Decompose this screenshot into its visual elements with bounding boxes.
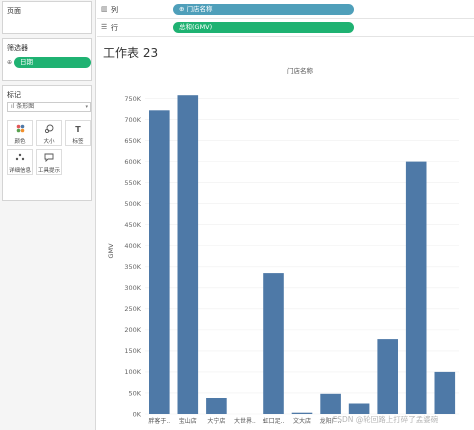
y-tick-label: 500K	[124, 200, 141, 208]
x-tick-label: 虹口足..	[263, 417, 285, 425]
rows-icon: ☰	[101, 23, 108, 31]
y-tick-label: 550K	[124, 179, 141, 187]
detail-icon	[8, 153, 32, 164]
columns-pill-store[interactable]: ⊕ 门店名称	[173, 4, 354, 15]
sheet-title: 工作表 23	[103, 46, 159, 60]
x-tick-label: 胖客于..	[148, 417, 170, 425]
mark-type-dropdown[interactable]: ıl 条形图 ▾	[7, 102, 91, 112]
tooltip-button-label: 工具提示	[37, 168, 60, 174]
left-panel: 页面 筛选器 ⊕ 日期 标记 ıl 条形图 ▾ 颜色 大小 T 标签 详细信息 …	[0, 0, 96, 430]
rows-label: 行	[111, 24, 118, 32]
y-tick-label: 750K	[124, 95, 141, 103]
tooltip-icon	[37, 153, 61, 164]
bars	[149, 95, 456, 415]
color-button-label: 颜色	[14, 139, 26, 145]
y-tick-label: 100K	[124, 368, 141, 376]
watermark: CSDN @轮回路上打碎了孟婆碗	[332, 415, 439, 424]
bar[interactable]	[348, 403, 370, 415]
columns-label: 列	[111, 6, 118, 14]
bar[interactable]	[320, 393, 341, 414]
x-tick-label: 宝山店	[179, 417, 197, 425]
bar[interactable]	[377, 339, 398, 414]
y-tick-label: 450K	[124, 221, 141, 229]
y-tick-label: 150K	[124, 347, 141, 355]
y-tick-label: 700K	[124, 116, 141, 124]
bar[interactable]	[149, 110, 170, 415]
bar[interactable]	[263, 273, 284, 414]
y-tick-label: 400K	[124, 242, 141, 250]
columns-icon: ▥	[101, 5, 108, 13]
detail-button[interactable]: 详细信息	[7, 149, 33, 175]
filters-title: 筛选器	[7, 44, 28, 52]
y-tick-label: 350K	[124, 263, 141, 271]
bar-chart: 门店名称 0K 50K 100K 150K 200K 250K 300K 350K 400K 45…	[107, 66, 459, 425]
y-tick-label: 600K	[124, 158, 141, 166]
x-tick-label: 大宁店	[207, 417, 225, 425]
columns-pill-label: 门店名称	[186, 5, 213, 13]
label-button[interactable]: T 标签	[65, 120, 91, 146]
category-labels: 胖客于.. 宝山店 大宁店 大世界.. 虹口足.. 文大店 龙阳广..	[148, 417, 341, 425]
tooltip-button[interactable]: 工具提示	[36, 149, 62, 175]
rows-pill-gmv[interactable]: 总和(GMV)	[173, 22, 354, 33]
y-tick-label: 0K	[133, 410, 142, 418]
color-icon	[8, 124, 32, 135]
chevron-down-icon: ▾	[85, 104, 88, 110]
filters-card: 筛选器 ⊕ 日期	[2, 38, 92, 81]
size-icon	[37, 124, 61, 135]
y-axis-title: GMV	[107, 243, 115, 259]
y-tick-label: 300K	[124, 284, 141, 292]
marks-card: 标记 ıl 条形图 ▾ 颜色 大小 T 标签 详细信息 工具提示	[2, 85, 92, 201]
rows-shelf: ☰ 行 总和(GMV)	[97, 19, 474, 37]
color-button[interactable]: 颜色	[7, 120, 33, 146]
size-button-label: 大小	[43, 139, 55, 145]
y-tick-label: 650K	[124, 137, 141, 145]
columns-pill-icon: ⊕	[179, 5, 187, 13]
mark-type-value: 条形图	[16, 103, 35, 110]
bar[interactable]	[291, 412, 313, 414]
marks-title: 标记	[7, 91, 21, 99]
columns-shelf: ▥ 列 ⊕ 门店名称	[97, 1, 474, 19]
y-tick-label: 50K	[128, 389, 141, 397]
bar[interactable]	[434, 371, 456, 414]
detail-button-label: 详细信息	[8, 168, 31, 174]
chart-header: 门店名称	[287, 66, 314, 75]
filter-pill-icon: ⊕	[7, 59, 13, 66]
bar[interactable]	[177, 95, 199, 414]
pages-title: 页面	[7, 7, 21, 15]
x-tick-label: 大世界..	[234, 417, 256, 425]
y-axis-ticks: 0K 50K 100K 150K 200K 250K 300K 350K 400K 450K 500…	[124, 95, 141, 418]
label-button-label: 标签	[72, 139, 84, 145]
x-tick-label: 文大店	[293, 417, 311, 425]
filter-pill-date[interactable]: 日期	[14, 57, 91, 68]
bar[interactable]	[405, 161, 427, 414]
y-tick-label: 250K	[124, 305, 141, 313]
size-button[interactable]: 大小	[36, 120, 62, 146]
bar[interactable]	[206, 398, 227, 414]
y-tick-label: 200K	[124, 326, 141, 334]
label-icon: T	[75, 125, 81, 134]
pages-card: 页面	[2, 1, 92, 34]
